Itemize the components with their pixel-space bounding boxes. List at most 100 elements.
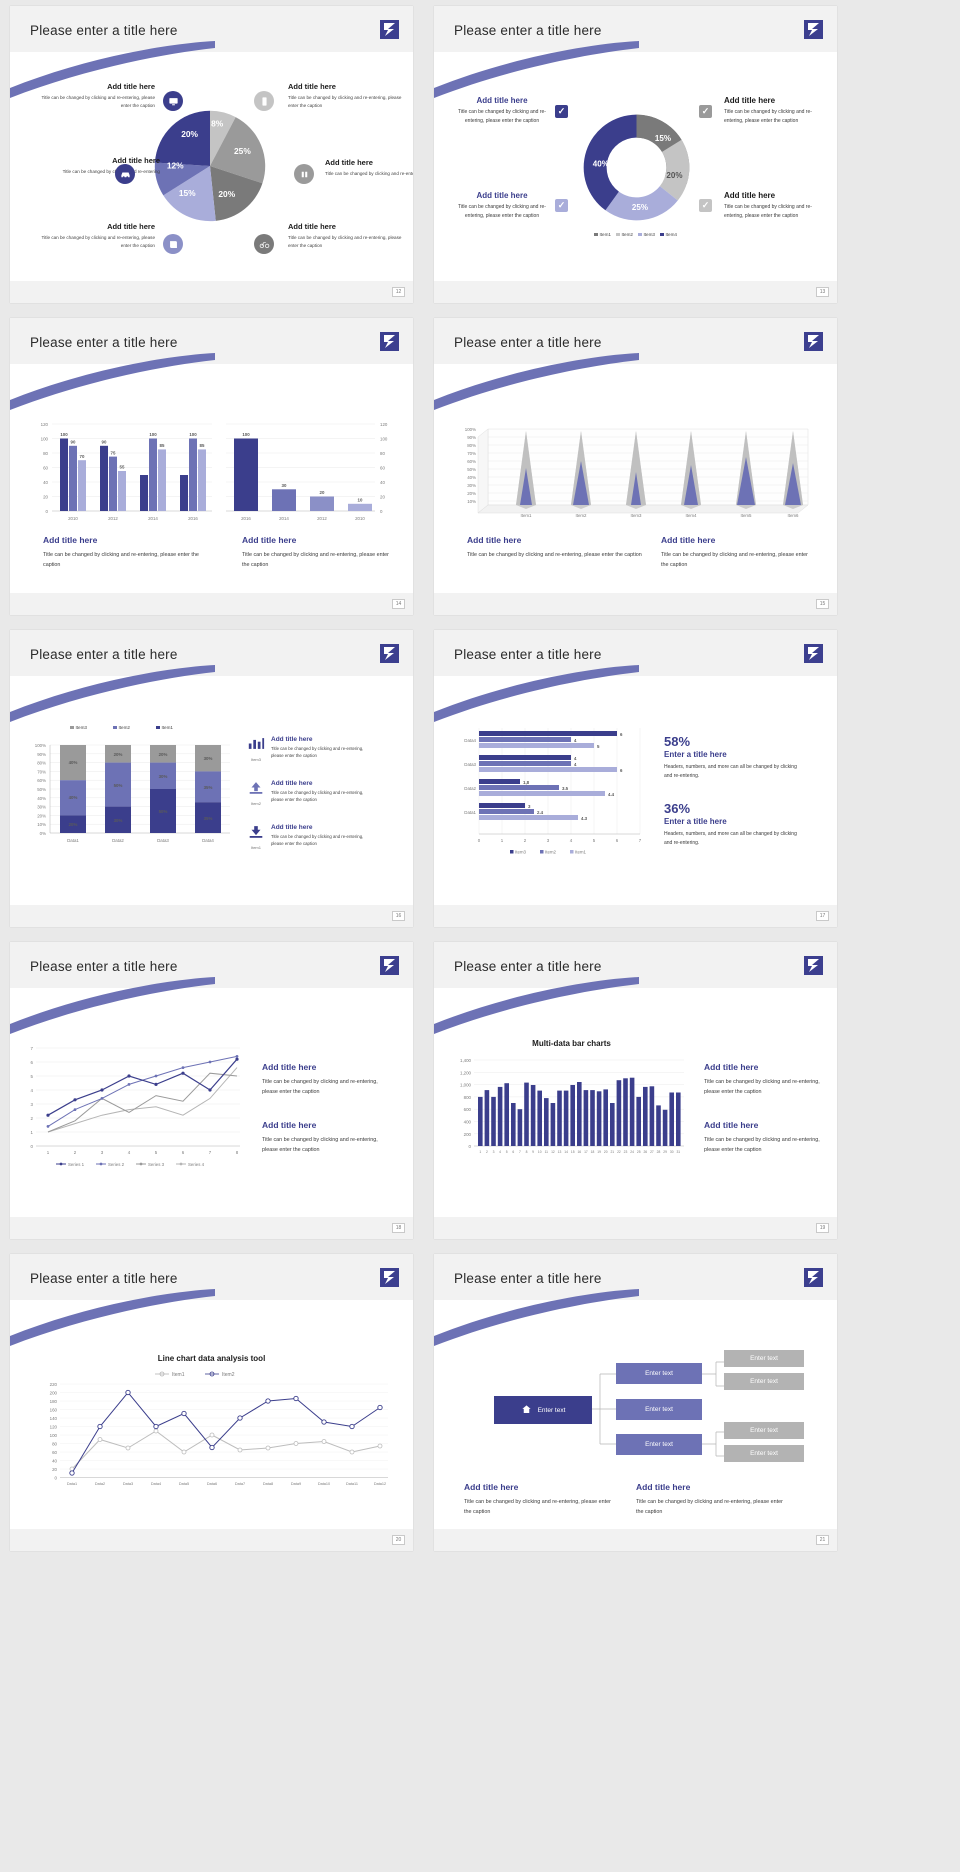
caption-heading: Add title here [636,1482,691,1492]
svg-text:180: 180 [50,1399,58,1404]
caption-text: Title can be changed by clicking and re-… [262,1137,378,1153]
svg-text:30%: 30% [467,483,476,488]
slide-16[interactable]: Please enter a title here Item3 Item2 It… [10,630,413,927]
slide-15[interactable]: Please enter a title here 100% 90% 80% 70%… [434,318,837,615]
svg-text:3: 3 [528,804,531,809]
donut-callout-2[interactable]: Add title here Title can be changed by c… [724,96,816,126]
row-caption: Title can be changed by clicking and re-… [271,834,364,847]
pie-callout-4[interactable]: Add title here Title can be changed by c… [325,158,413,178]
svg-text:4.4: 4.4 [608,792,615,797]
flow-leaf-node-1[interactable]: Enter text [724,1350,804,1367]
caption-text: Title can be changed by clicking and re-… [43,552,199,568]
svg-text:6: 6 [512,1150,514,1154]
horizontal-bar-chart: 6 4 5 Data4 4 4 6 Data3 1,8 3.5 4.4 Data… [464,728,642,855]
slide-20[interactable]: Please enter a title here Line chart dat… [10,1254,413,1551]
slide-13[interactable]: Please enter a title here 15% 20% 25% 40… [434,6,837,303]
chart-title: Multi-data bar charts [532,1039,611,1048]
icon-row-1[interactable]: Item3 Add title here Title can be change… [246,736,376,762]
svg-text:28: 28 [657,1150,661,1154]
donut-callout-3[interactable]: Add title here Title can be changed by c… [456,191,548,221]
icon-row-2[interactable]: Item2 Add title here Title can be change… [246,780,376,806]
legend-item: Item2 [113,725,130,730]
car-icon [115,164,135,184]
company-logo [804,644,823,663]
svg-text:50%: 50% [159,809,168,814]
donut-callout-4[interactable]: Add title here Title can be changed by c… [724,191,816,221]
checkbox-icon[interactable]: ✓ [555,105,568,118]
svg-text:15%: 15% [179,188,196,198]
caption-block-1[interactable]: Add title here Title can be changed by c… [464,1482,614,1517]
stat-block-1[interactable]: 58% Enter a title here Headers, numbers,… [664,734,804,781]
svg-text:40%: 40% [69,795,78,800]
slide-19[interactable]: Please enter a title here Multi-data bar… [434,942,837,1239]
stat-value: 36% [664,801,691,816]
caption-block-right[interactable]: Add title here Title can be changed by c… [242,535,392,570]
callout-heading: Add title here [325,158,373,167]
pie-callout-6[interactable]: Add title here Title can be changed by c… [288,222,408,250]
pie-callout-3[interactable]: Add title here Title can be changed by c… [40,156,160,176]
svg-text:Data11: Data11 [346,1482,358,1486]
svg-text:19: 19 [597,1150,601,1154]
checkbox-icon[interactable]: ✓ [555,199,568,212]
svg-text:60%: 60% [37,778,46,783]
caption-block-1[interactable]: Add title here Title can be changed by c… [262,1062,392,1097]
caption-block-1[interactable]: Add title here Title can be changed by c… [704,1062,829,1097]
pie-callout-5[interactable]: Add title here Title can be changed by c… [35,222,155,250]
svg-text:Data2: Data2 [112,838,124,843]
svg-text:5: 5 [31,1074,34,1079]
svg-text:3: 3 [493,1150,495,1154]
row-heading: Add title here [271,780,313,787]
legend-item: Item4 [660,232,677,237]
svg-text:100: 100 [50,1433,58,1438]
svg-text:9: 9 [532,1150,534,1154]
book-icon [163,234,183,254]
svg-text:40%: 40% [593,159,609,168]
slide-18[interactable]: Please enter a title here 765 432 10 1 2… [10,942,413,1239]
page-number: 17 [816,911,829,921]
svg-text:Data4: Data4 [464,738,476,743]
icon-row-3[interactable]: Item1 Add title here Title can be change… [246,824,376,850]
stat-block-2[interactable]: 36% Enter a title here Headers, numbers,… [664,801,804,848]
svg-text:55: 55 [120,465,125,470]
svg-text:10: 10 [358,498,363,503]
slide-21[interactable]: Please enter a title here Enter text Ent… [434,1254,837,1551]
caption-block-right[interactable]: Add title here Title can be changed by c… [661,535,816,570]
flow-leaf-node-2[interactable]: Enter text [724,1373,804,1390]
flow-middle-node-1[interactable]: Enter text [616,1363,702,1384]
flow-leaf-node-3[interactable]: Enter text [724,1422,804,1439]
slide-footer [434,905,837,927]
callout-caption: Title can be changed by clicking and re-… [288,95,402,109]
checkbox-icon[interactable]: ✓ [699,199,712,212]
callout-heading: Add title here [288,82,336,91]
slide-14[interactable]: Please enter a title here 120 100 80 60 … [10,318,413,615]
flow-leaf-node-4[interactable]: Enter text [724,1445,804,1462]
caption-heading: Add title here [704,1062,759,1072]
flow-middle-node-3[interactable]: Enter text [616,1434,702,1455]
caption-block-left[interactable]: Add title here Title can be changed by c… [43,535,208,570]
caption-block-2[interactable]: Add title here Title can be changed by c… [262,1120,392,1155]
checkbox-icon[interactable]: ✓ [699,105,712,118]
pie-callout-1[interactable]: Add title here Title can be changed by c… [35,82,155,110]
caption-block-2[interactable]: Add title here Title can be changed by c… [636,1482,786,1517]
svg-text:3: 3 [31,1102,34,1107]
company-logo [380,956,399,975]
svg-text:3.5: 3.5 [562,786,569,791]
svg-text:2: 2 [74,1150,77,1155]
svg-text:Data5: Data5 [179,1482,189,1486]
flow-middle-node-2[interactable]: Enter text [616,1399,702,1420]
caption-text: Title can be changed by clicking and re-… [242,552,389,568]
flow-root-node[interactable]: Enter text [494,1396,592,1424]
slide-17[interactable]: Please enter a title here 6 4 5 Data4 4 … [434,630,837,927]
svg-text:4: 4 [570,838,573,843]
slide-12[interactable]: Please enter a title here 8% 25% 20% 15%… [10,6,413,303]
svg-text:15: 15 [571,1150,575,1154]
pie-callout-2[interactable]: Add title here Title can be changed by c… [288,82,408,110]
caption-block-left[interactable]: Add title here Title can be changed by c… [467,535,642,560]
svg-text:30: 30 [282,483,287,488]
svg-text:4: 4 [574,756,577,761]
donut-callout-1[interactable]: Add title here Title can be changed by c… [456,96,548,126]
caption-block-2[interactable]: Add title here Title can be changed by c… [704,1120,829,1155]
company-logo [804,956,823,975]
svg-text:2012: 2012 [317,516,327,521]
svg-text:20%: 20% [181,129,198,139]
